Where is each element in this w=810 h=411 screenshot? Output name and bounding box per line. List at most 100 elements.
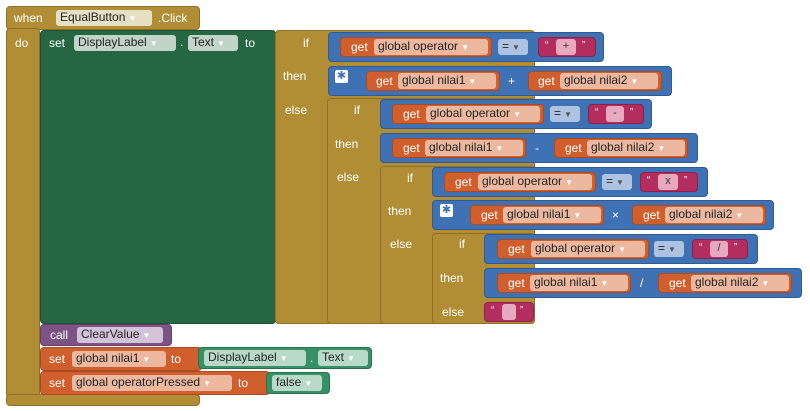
dropdown-arrow-icon: ▼ <box>203 379 211 388</box>
text-value-plus[interactable]: + <box>556 39 576 55</box>
get-label: get <box>351 40 368 54</box>
to-label: to <box>238 376 249 390</box>
var-dropdown[interactable]: global operatorPressed ▼ <box>72 375 232 391</box>
if-label-3: if <box>407 171 413 185</box>
property-name: Text <box>192 35 215 49</box>
dot-label: . <box>310 351 314 365</box>
plus-operator: + <box>508 74 516 88</box>
text-value-divide[interactable]: / <box>710 241 728 257</box>
gear-icon[interactable]: ✱ <box>440 204 453 217</box>
set-displaylabel-text-block[interactable] <box>40 30 276 324</box>
var-name: global operator <box>482 174 563 188</box>
dropdown-arrow-icon: ▼ <box>668 245 676 254</box>
procedure-name: ClearValue <box>81 327 140 341</box>
text-value-times[interactable]: x <box>658 174 678 190</box>
var-name: global operator <box>535 241 616 255</box>
getter-property-name: Text <box>322 350 345 364</box>
then-label-2: then <box>335 137 359 151</box>
getter-component-dropdown[interactable]: DisplayLabel ▼ <box>204 350 306 366</box>
get-label: get <box>481 208 498 222</box>
to-label: to <box>171 352 182 366</box>
quote-open: “ <box>647 175 651 186</box>
dropdown-arrow-icon: ▼ <box>573 211 582 220</box>
dropdown-arrow-icon: ▼ <box>347 354 355 363</box>
set-label: set <box>49 376 66 390</box>
quote-close: ” <box>684 175 688 186</box>
var-dropdown[interactable]: global operator ▼ <box>374 39 488 55</box>
dropdown-arrow-icon: ▼ <box>618 245 626 254</box>
compare-op-dropdown[interactable]: = ▼ <box>654 241 684 257</box>
var-dropdown[interactable]: global nilai2 ▼ <box>587 140 685 156</box>
var-dropdown[interactable]: global nilai2 ▼ <box>665 207 763 223</box>
var-name: global nilai2 <box>669 207 733 221</box>
quote-open: “ <box>699 242 703 253</box>
else-label-3: else <box>390 237 413 251</box>
dropdown-arrow-icon: ▼ <box>761 279 770 288</box>
setter-component-dropdown[interactable]: DisplayLabel ▼ <box>74 35 176 51</box>
component-dropdown[interactable]: EqualButton ▼ <box>56 10 152 26</box>
text-value-empty[interactable] <box>502 304 516 320</box>
then-label-4: then <box>440 271 464 285</box>
if-label-2: if <box>354 103 360 117</box>
compare-op: = <box>658 241 666 255</box>
event-bottom-bar <box>6 394 200 406</box>
get-label: get <box>643 208 660 222</box>
dropdown-arrow-icon: ▼ <box>735 211 744 220</box>
quote-close: ” <box>582 40 586 51</box>
var-name: global nilai1 <box>507 207 571 221</box>
times-operator: × <box>612 208 620 222</box>
if-label-4: if <box>459 237 465 251</box>
var-name: global operatorPressed <box>76 375 201 389</box>
getter-component-name: DisplayLabel <box>208 350 277 364</box>
get-label: get <box>538 74 555 88</box>
var-dropdown[interactable]: global nilai2 ▼ <box>691 275 789 291</box>
compare-op: = <box>502 39 510 53</box>
component-name: EqualButton <box>60 10 126 24</box>
compare-op-dropdown[interactable]: = ▼ <box>550 106 580 122</box>
procedure-dropdown[interactable]: ClearValue ▼ <box>77 327 163 343</box>
dropdown-arrow-icon: ▼ <box>304 379 313 388</box>
var-dropdown[interactable]: global nilai1 ▼ <box>398 73 496 89</box>
get-label: get <box>403 107 420 121</box>
setter-component-name: DisplayLabel <box>78 35 147 49</box>
property-dropdown[interactable]: Text ▼ <box>188 35 238 51</box>
quote-open: “ <box>545 40 549 51</box>
set-label: set <box>49 352 66 366</box>
compare-op: = <box>606 174 614 188</box>
getter-property-dropdown[interactable]: Text ▼ <box>318 350 368 366</box>
compare-op-dropdown[interactable]: = ▼ <box>602 174 632 190</box>
var-dropdown[interactable]: global nilai1 ▼ <box>425 140 523 156</box>
var-dropdown[interactable]: global operator ▼ <box>426 106 540 122</box>
dropdown-arrow-icon: ▼ <box>217 39 225 48</box>
call-label: call <box>50 328 69 342</box>
dropdown-arrow-icon: ▼ <box>495 144 504 153</box>
get-label: get <box>565 141 582 155</box>
dropdown-arrow-icon: ▼ <box>630 77 639 86</box>
dropdown-arrow-icon: ▼ <box>512 43 520 52</box>
var-dropdown[interactable]: global nilai1 ▼ <box>503 207 601 223</box>
quote-open: “ <box>595 107 599 118</box>
dropdown-arrow-icon: ▼ <box>564 110 572 119</box>
var-dropdown[interactable]: global operator ▼ <box>531 241 645 257</box>
get-label: get <box>455 175 472 189</box>
var-dropdown[interactable]: global nilai1 ▼ <box>530 275 628 291</box>
dropdown-arrow-icon: ▼ <box>142 355 151 364</box>
dropdown-arrow-icon: ▼ <box>142 331 151 340</box>
boolean-dropdown[interactable]: false ▼ <box>272 375 322 391</box>
var-dropdown[interactable]: global nilai1 ▼ <box>72 351 166 367</box>
compare-op-dropdown[interactable]: = ▼ <box>498 39 528 55</box>
dropdown-arrow-icon: ▼ <box>600 279 609 288</box>
var-dropdown[interactable]: global nilai2 ▼ <box>560 73 658 89</box>
var-name: global nilai1 <box>429 140 493 154</box>
text-value-minus[interactable]: - <box>606 106 624 122</box>
get-label: get <box>403 141 420 155</box>
var-dropdown[interactable]: global operator ▼ <box>478 174 592 190</box>
dropdown-arrow-icon: ▼ <box>468 77 477 86</box>
gear-icon[interactable]: ✱ <box>335 70 348 83</box>
quote-close: ” <box>630 107 634 118</box>
var-name: global nilai1 <box>534 275 598 289</box>
var-name: global operator <box>430 106 511 120</box>
to-label: to <box>245 36 256 50</box>
when-label: when <box>14 11 43 25</box>
dropdown-arrow-icon: ▼ <box>565 178 573 187</box>
